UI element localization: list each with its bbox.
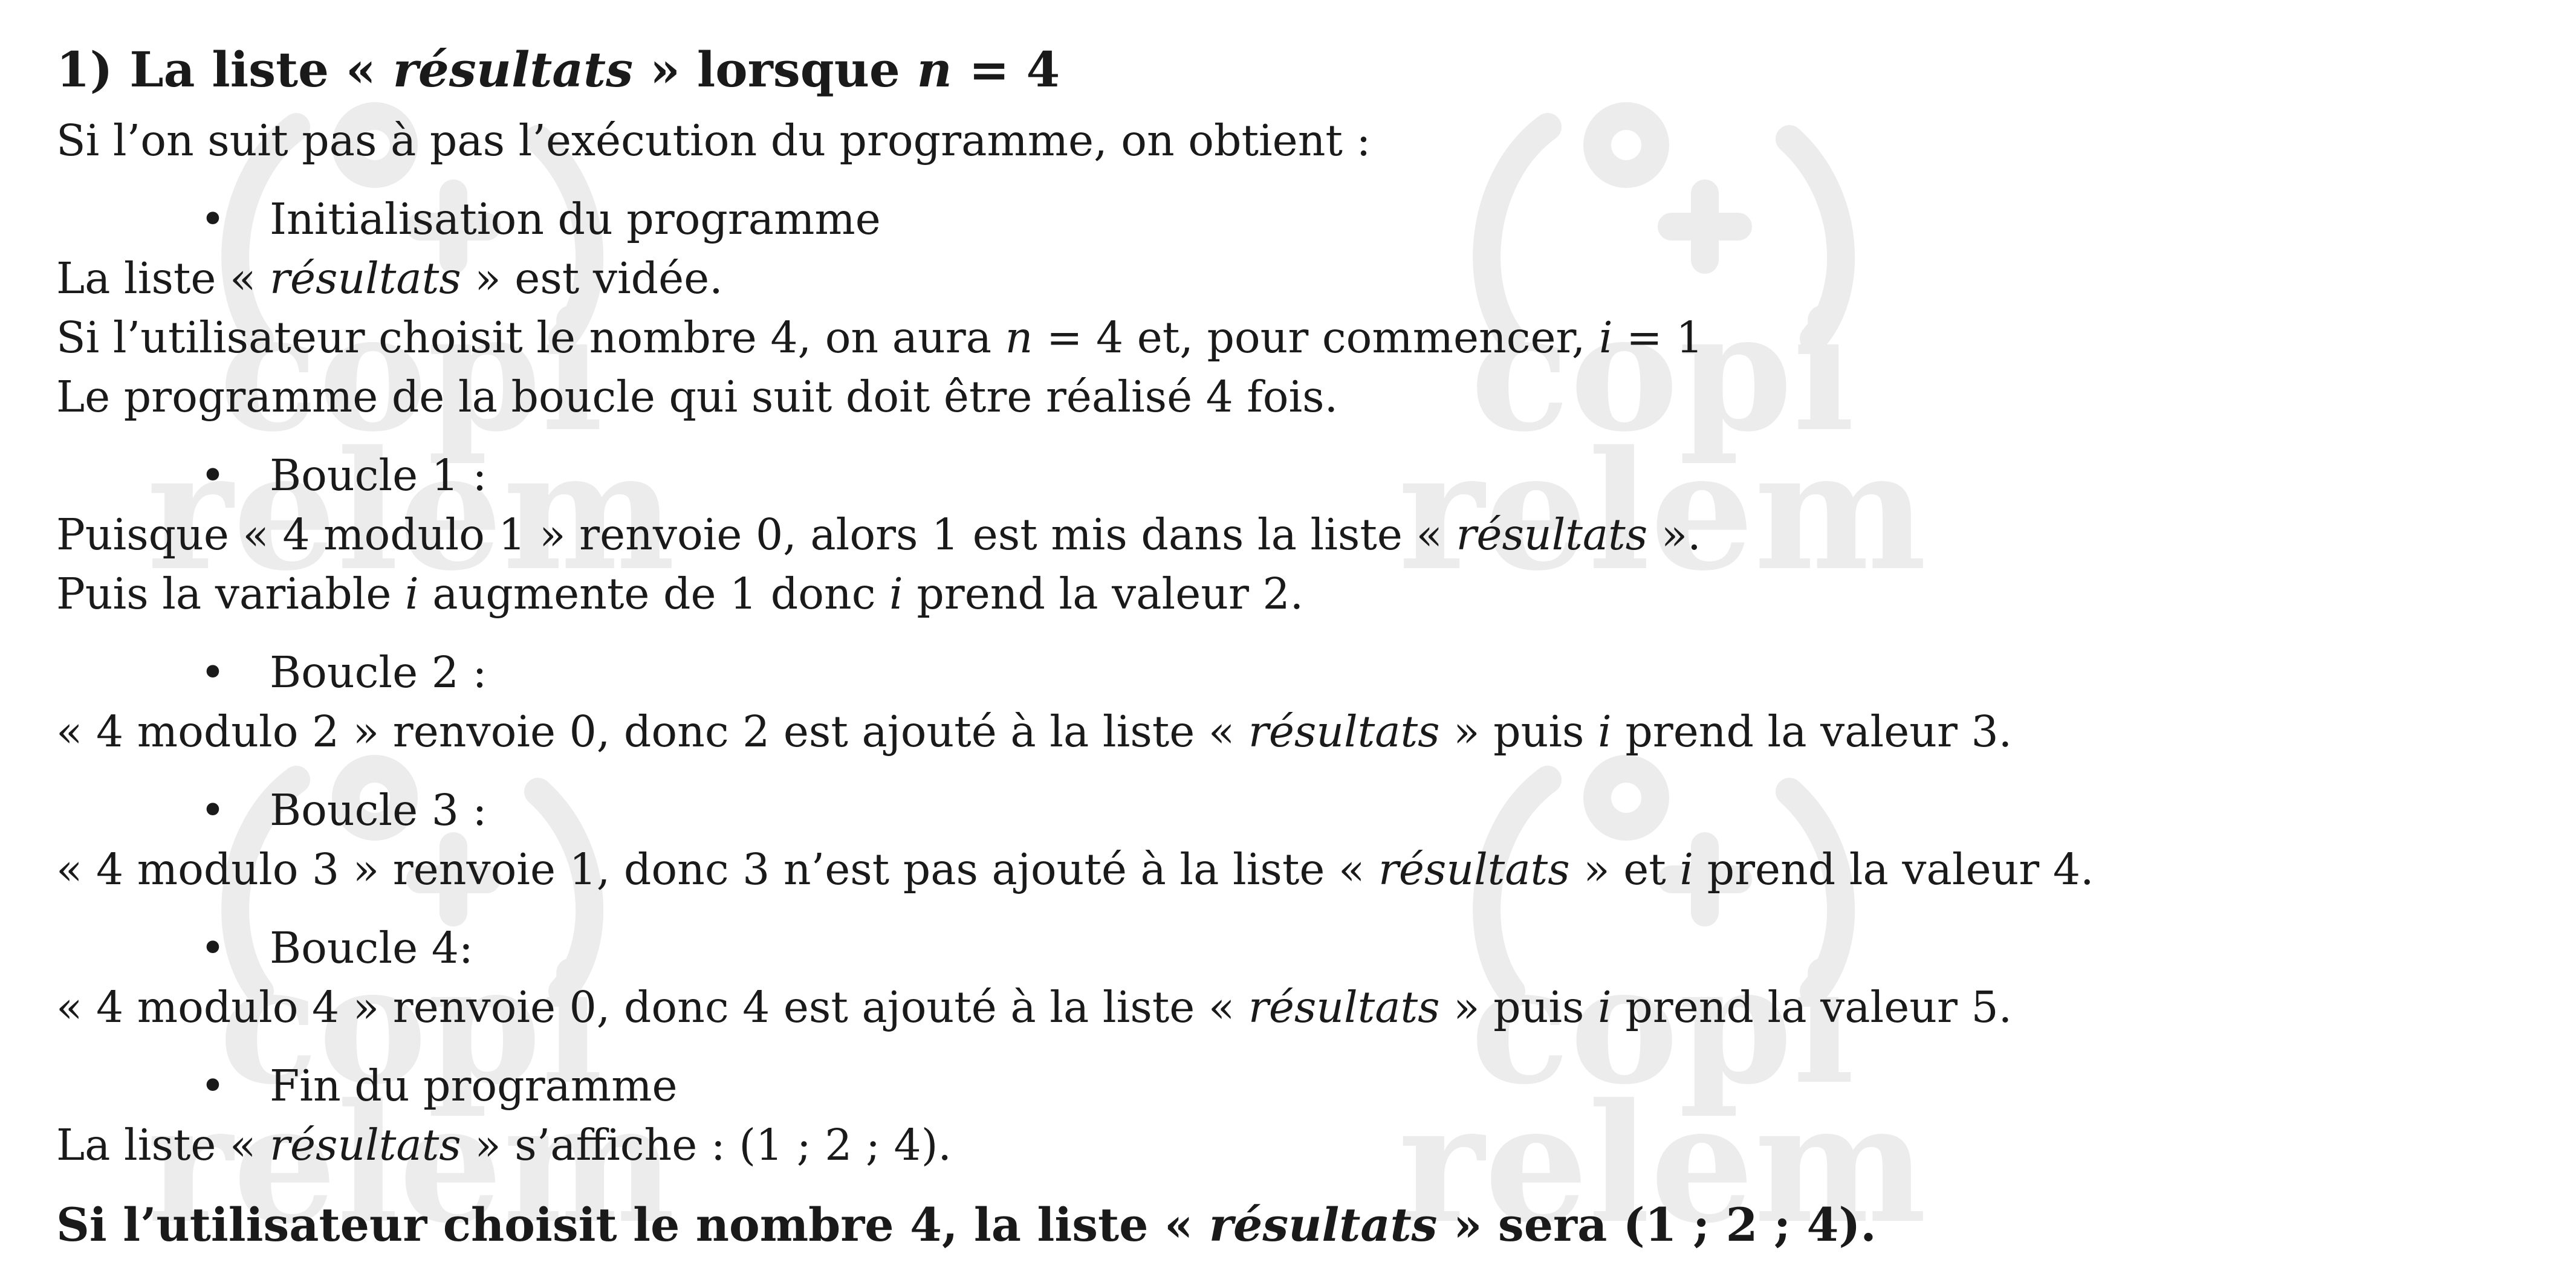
variable: i: [889, 569, 903, 619]
text-emphasis: résultats: [1456, 509, 1648, 560]
bullet-item-boucle-1: • Boucle 1 :: [56, 446, 2523, 505]
text-run: Puisque « 4 modulo 1 » renvoie 0, alors …: [56, 509, 1442, 560]
variable: i: [1598, 982, 1612, 1032]
text-run: « 4 modulo 4 » renvoie 0, donc 4 est ajo…: [56, 982, 1235, 1032]
text-run: » puis: [1453, 707, 1585, 757]
text-emphasis: résultats: [270, 253, 461, 303]
document-body: 1) La liste « résultats » lorsque n = 4 …: [56, 35, 2523, 1255]
bullet-item-boucle-4: • Boucle 4:: [56, 919, 2523, 978]
text-run: La liste «: [56, 253, 256, 303]
text-run: Puis la variable: [56, 569, 392, 619]
bullet-label: Boucle 2 :: [270, 647, 487, 697]
variable: i: [1598, 707, 1612, 757]
text-emphasis: résultats: [1248, 982, 1440, 1032]
bullet-label: Initialisation du programme: [270, 194, 881, 244]
bullet-item-initialisation: • Initialisation du programme: [56, 190, 2523, 249]
text-run: » sera (1 ; 2 ; 4).: [1453, 1198, 1877, 1252]
section-number: 1): [56, 41, 113, 98]
paragraph-line: Puis la variable i augmente de 1 donc i …: [56, 564, 2523, 624]
bullet-icon: •: [200, 647, 225, 697]
title-text-mid: » lorsque: [649, 41, 900, 98]
bullet-item-boucle-2: • Boucle 2 :: [56, 643, 2523, 702]
paragraph-line: Puisque « 4 modulo 1 » renvoie 0, alors …: [56, 505, 2523, 564]
text-run: » puis: [1453, 982, 1585, 1032]
variable: i: [1679, 844, 1694, 894]
text-run: prend la valeur 5.: [1625, 982, 2013, 1032]
text-run: augmente de 1 donc: [432, 569, 876, 619]
variable: i: [1598, 312, 1613, 363]
text-run: La liste «: [56, 1120, 256, 1170]
text-run: = 1: [1626, 312, 1704, 363]
bullet-label: Fin du programme: [270, 1061, 678, 1111]
text-run: » et: [1583, 844, 1666, 894]
paragraph-line: Le programme de la boucle qui suit doit …: [56, 372, 1338, 422]
title-text-post: = 4: [968, 41, 1060, 98]
bullet-icon: •: [200, 923, 225, 973]
text-run: prend la valeur 4.: [1707, 844, 2094, 894]
paragraph-line: « 4 modulo 4 » renvoie 0, donc 4 est ajo…: [56, 978, 2523, 1037]
title-text-emphasis: résultats: [392, 41, 634, 98]
text-run: prend la valeur 2.: [917, 569, 1304, 619]
text-run: = 4 et, pour commencer,: [1046, 312, 1586, 363]
text-run: ».: [1661, 509, 1701, 560]
section-title: 1) La liste « résultats » lorsque n = 4: [56, 35, 2523, 104]
title-text-pre: La liste «: [129, 41, 376, 98]
text-run: « 4 modulo 2 » renvoie 0, donc 2 est ajo…: [56, 707, 1235, 757]
paragraph-line: « 4 modulo 3 » renvoie 1, donc 3 n’est p…: [56, 840, 2523, 899]
variable: n: [1005, 312, 1033, 363]
text-run: Si l’utilisateur choisit le nombre 4, on…: [56, 312, 992, 363]
text-emphasis: résultats: [1209, 1198, 1438, 1252]
bullet-icon: •: [200, 1061, 225, 1111]
paragraph-line: La liste « résultats » s’affiche : (1 ; …: [56, 1116, 2523, 1175]
text-run: « 4 modulo 3 » renvoie 1, donc 3 n’est p…: [56, 844, 1365, 894]
bullet-item-boucle-3: • Boucle 3 :: [56, 781, 2523, 840]
variable: i: [405, 569, 419, 619]
text-run: prend la valeur 3.: [1625, 707, 2013, 757]
bullet-label: Boucle 3 :: [270, 785, 487, 835]
text-run: » s’affiche : (1 ; 2 ; 4).: [475, 1120, 952, 1170]
bullet-item-fin: • Fin du programme: [56, 1056, 2523, 1116]
bullet-label: Boucle 1 :: [270, 450, 487, 500]
conclusion: Si l’utilisateur choisit le nombre 4, la…: [56, 1195, 2523, 1255]
text-emphasis: résultats: [1378, 844, 1570, 894]
title-variable: n: [917, 41, 952, 98]
bullet-icon: •: [200, 450, 225, 500]
paragraph-line: « 4 modulo 2 » renvoie 0, donc 2 est ajo…: [56, 702, 2523, 761]
text-emphasis: résultats: [270, 1120, 461, 1170]
bullet-label: Boucle 4:: [270, 923, 473, 973]
intro-paragraph: Si l’on suit pas à pas l’exécution du pr…: [56, 115, 1371, 166]
paragraph-line: Si l’utilisateur choisit le nombre 4, on…: [56, 308, 2523, 367]
bullet-icon: •: [200, 194, 225, 244]
text-run: Si l’utilisateur choisit le nombre 4, la…: [56, 1198, 1193, 1252]
paragraph-line: La liste « résultats » est vidée.: [56, 249, 2523, 308]
bullet-icon: •: [200, 785, 225, 835]
text-run: » est vidée.: [475, 253, 723, 303]
text-emphasis: résultats: [1248, 707, 1440, 757]
